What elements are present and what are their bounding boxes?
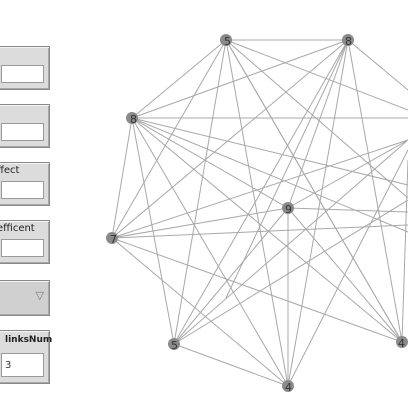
graph-edge <box>173 139 408 345</box>
graph-node[interactable]: 8 <box>126 112 138 126</box>
graph-edge <box>225 39 408 111</box>
node-label: 7 <box>110 233 117 246</box>
graph-edge <box>131 117 289 387</box>
graph-edge <box>225 39 349 299</box>
network-graph: 5 8 8 9 7 5 4 4 <box>106 34 408 394</box>
graph-edge <box>111 237 289 387</box>
graph-edge <box>173 207 289 345</box>
node-label: 4 <box>398 337 405 350</box>
graph-node[interactable]: 5 <box>220 34 232 48</box>
node-label: 4 <box>285 381 292 394</box>
graph-edge <box>111 237 403 343</box>
graph-node[interactable]: 4 <box>396 336 408 350</box>
node-label: 5 <box>224 35 231 48</box>
graph-edges <box>111 39 408 387</box>
graph-edge <box>131 39 227 119</box>
graph-edge <box>347 39 408 91</box>
graph-node[interactable]: 5 <box>168 338 180 352</box>
graph-edge <box>287 149 408 387</box>
graph-node[interactable]: 4 <box>282 380 294 394</box>
graph-edge <box>225 39 289 387</box>
graph-node[interactable]: 8 <box>342 34 354 48</box>
graph-edge <box>347 39 403 343</box>
node-label: 5 <box>171 339 178 352</box>
graph-node[interactable]: 9 <box>282 202 294 216</box>
node-label: 8 <box>130 113 137 126</box>
graph-edge <box>111 139 408 239</box>
node-label: 9 <box>285 203 292 216</box>
graph-node[interactable]: 7 <box>106 232 118 246</box>
graph-edge <box>173 343 289 387</box>
graph-edge <box>401 159 408 343</box>
node-label: 8 <box>345 35 352 48</box>
graph-edge <box>131 117 403 343</box>
